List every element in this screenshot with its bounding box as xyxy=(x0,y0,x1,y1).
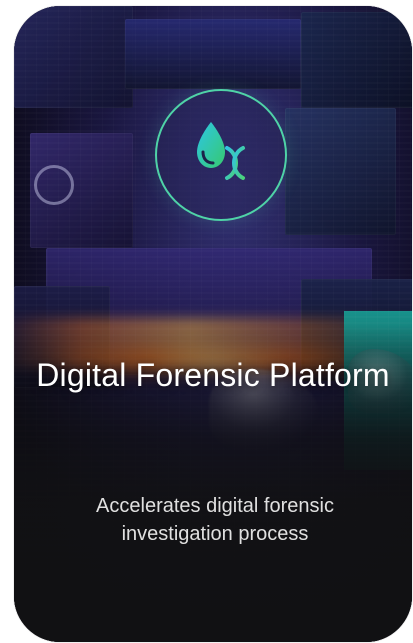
forensic-drop-dna-icon xyxy=(155,89,287,221)
product-card[interactable]: Digital Forensic Platform Accelerates di… xyxy=(14,6,412,642)
card-description: Accelerates digital forensic investigati… xyxy=(96,495,334,545)
card-title: Digital Forensic Platform xyxy=(36,357,390,393)
